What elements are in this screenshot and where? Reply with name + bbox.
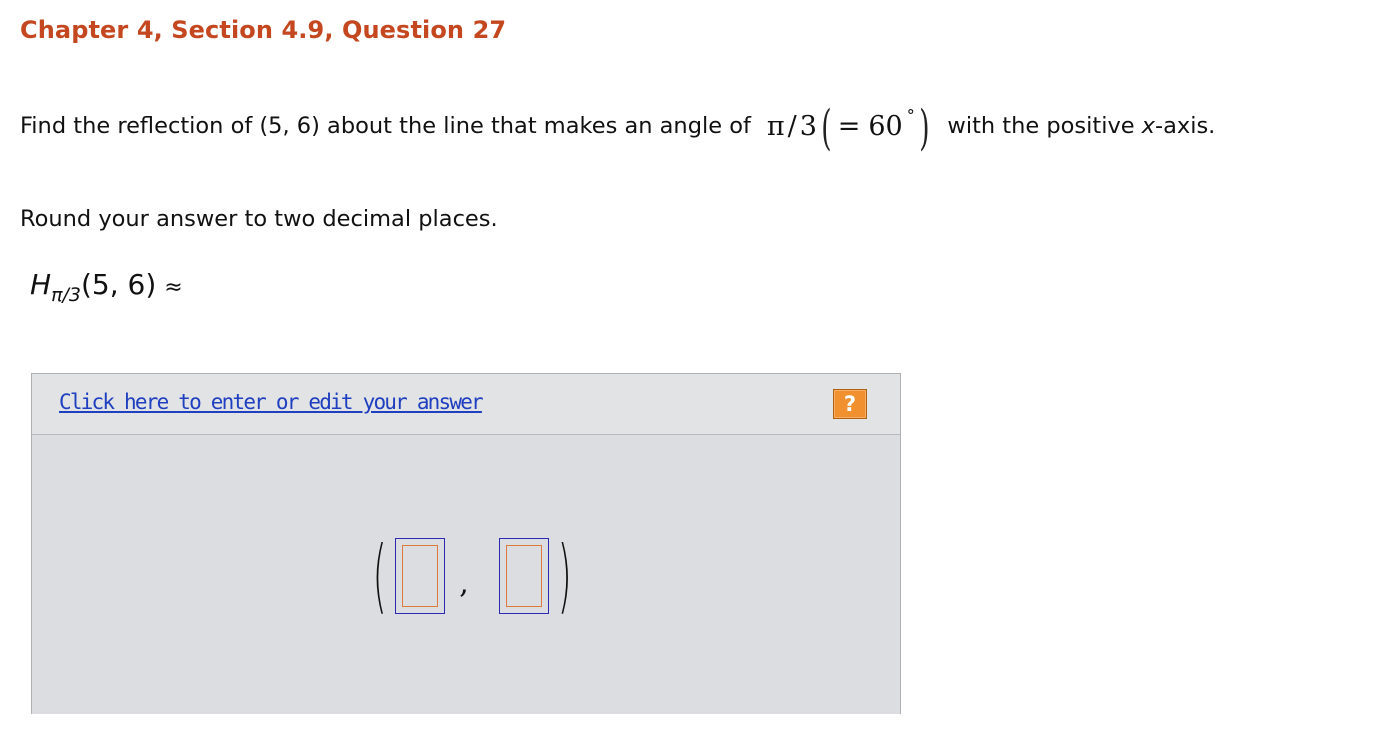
angle-expression: π / 3 ( = 60 ° ) <box>766 100 934 156</box>
tuple-close-paren: ) <box>557 529 572 622</box>
angle-denominator: 3 <box>799 110 817 142</box>
answer-panel-header: Click here to enter or edit your answer … <box>32 374 900 435</box>
answer-panel: Click here to enter or edit your answer … <box>31 373 901 714</box>
angle-slash: / <box>787 110 797 142</box>
angle-pi: π <box>766 110 785 142</box>
answer-tuple: ( , ) <box>364 531 580 621</box>
approx-symbol: ≈ <box>164 275 183 300</box>
answer-input-x-field[interactable] <box>402 545 439 607</box>
question-prefix: Find the reflection of (5, 6) about the … <box>20 113 751 139</box>
formula-subscript: π/3 <box>51 284 81 306</box>
help-button[interactable]: ? <box>833 389 867 419</box>
edit-answer-link[interactable]: Click here to enter or edit your answer <box>59 390 484 414</box>
tuple-open-paren: ( <box>372 529 387 622</box>
answer-formula: Hπ/3(5, 6) ≈ <box>30 268 183 306</box>
question-suffix: with the positive <box>947 113 1135 139</box>
rounding-instruction: Round your answer to two decimal places. <box>20 206 498 232</box>
question-title: Chapter 4, Section 4.9, Question 27 <box>20 16 507 44</box>
help-icon: ? <box>843 392 857 416</box>
tuple-comma: , <box>459 565 469 601</box>
answer-input-x[interactable] <box>395 538 446 614</box>
question-text: Find the reflection of (5, 6) about the … <box>20 100 1215 152</box>
question-variable: x <box>1141 113 1155 139</box>
formula-operator: H <box>30 268 52 301</box>
angle-open-paren: ( <box>821 100 832 156</box>
answer-input-y-field[interactable] <box>505 545 542 607</box>
angle-equals: = <box>837 110 861 142</box>
angle-close-paren: ) <box>918 100 930 156</box>
answer-input-y[interactable] <box>498 538 549 614</box>
angle-degree-value: 60 <box>868 110 903 142</box>
degree-symbol: ° <box>906 105 915 125</box>
question-suffix-end: -axis. <box>1154 113 1216 139</box>
answer-panel-body: ( , ) <box>32 435 900 713</box>
formula-argument: (5, 6) <box>81 268 157 301</box>
